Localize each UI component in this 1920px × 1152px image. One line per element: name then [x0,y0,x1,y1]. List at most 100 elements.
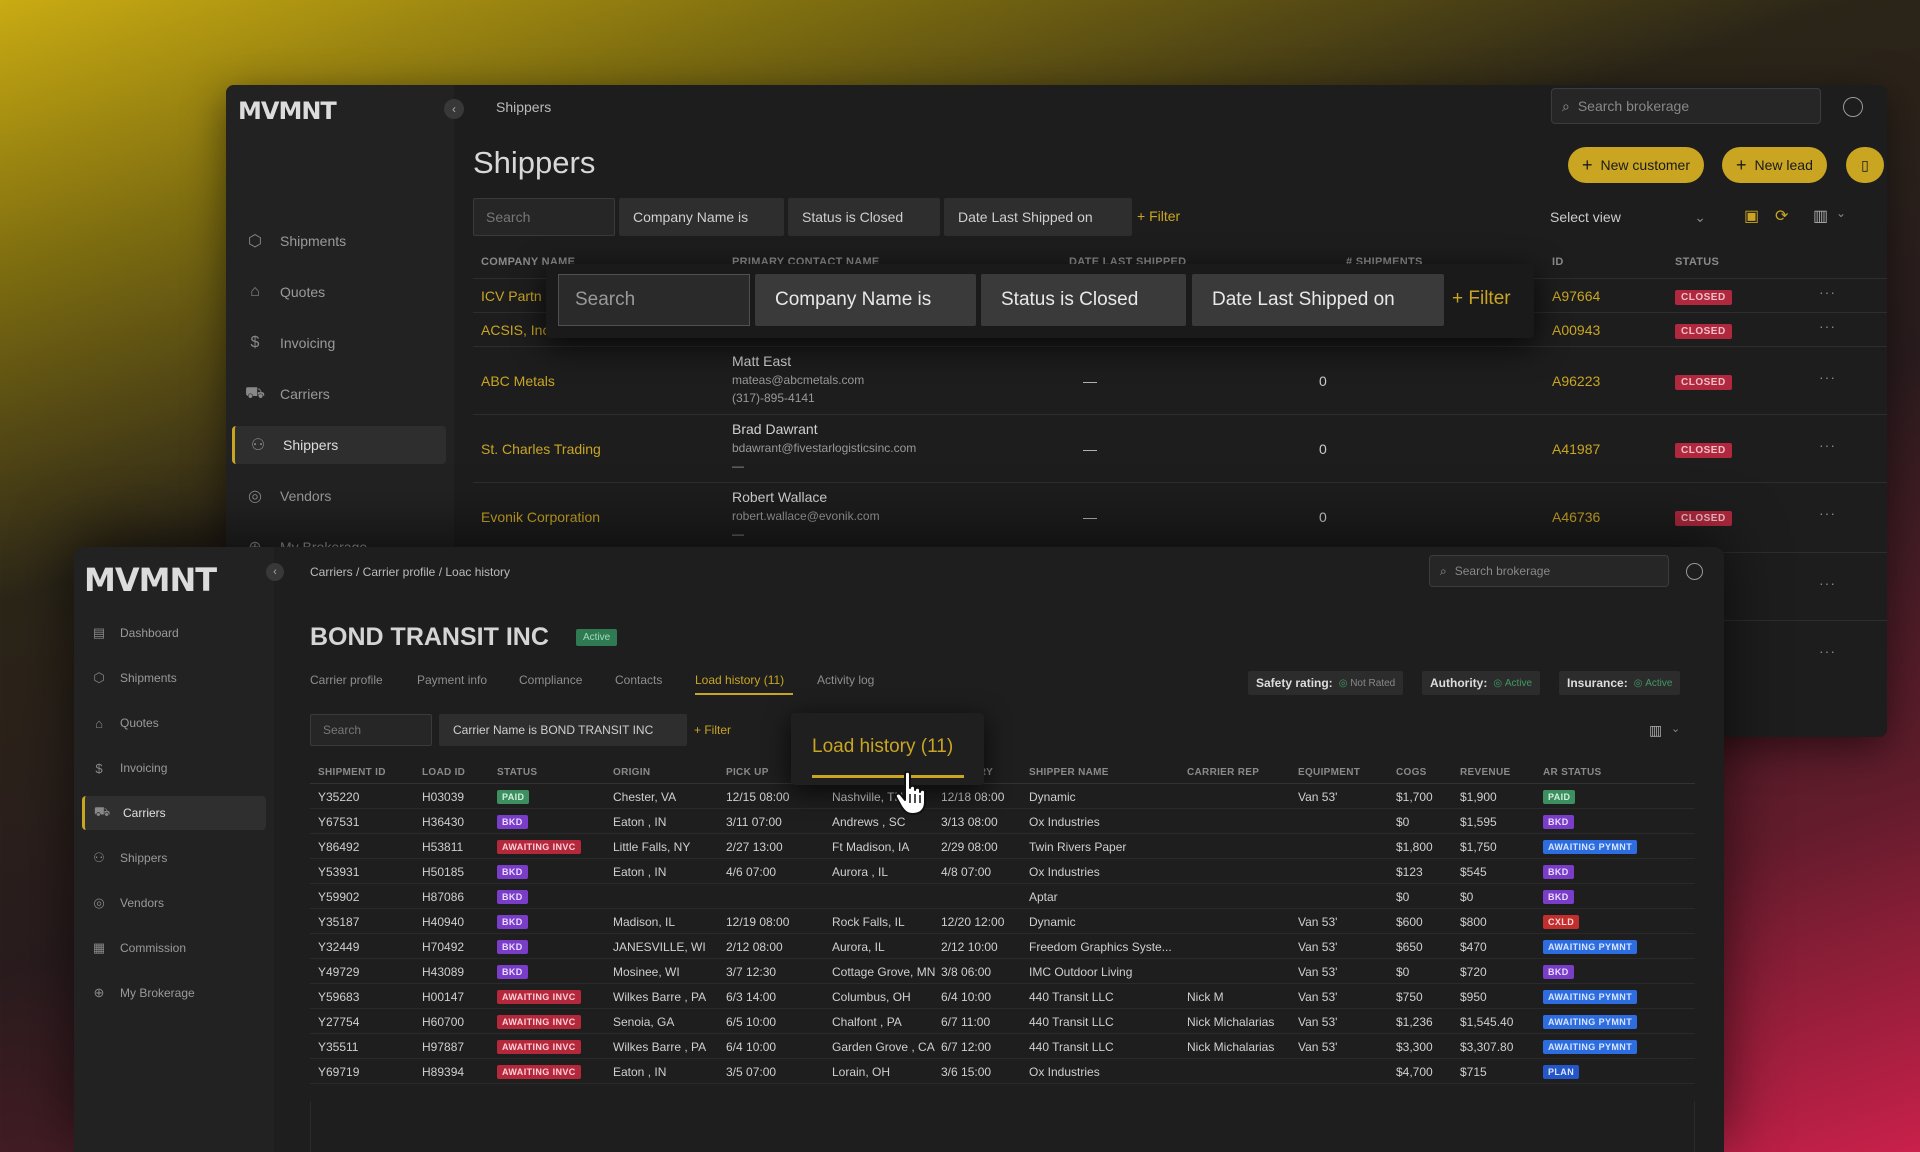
global-search-input[interactable]: ⌕ Search brokerage [1551,88,1821,124]
shipment-id[interactable]: Y59683 [318,990,359,1004]
col-status[interactable]: STATUS [497,767,537,778]
table-row[interactable]: Y59902 H87086 BKD Aptar $0 $0 BKD [310,884,1695,909]
company-name[interactable]: ACSIS, Inc [481,322,549,338]
user-avatar-icon[interactable] [1843,97,1863,117]
col-id[interactable]: ID [1552,256,1564,268]
sidebar-item-vendors[interactable]: ◎ Vendors [232,477,446,515]
table-row[interactable]: Y59683 H00147 AWAITING INVC Wilkes Barre , … [310,984,1695,1009]
shipment-id[interactable]: Y35511 [318,1040,358,1054]
shipment-id[interactable]: Y49729 [318,965,359,979]
shipper-id[interactable]: A41987 [1552,441,1600,457]
shipper-id[interactable]: A96223 [1552,373,1600,389]
col-pick-up[interactable]: PICK UP [726,767,769,778]
col-cogs[interactable]: COGS [1396,767,1427,778]
zoom-filter-chip-company[interactable]: Company Name is [755,274,976,326]
col-revenue[interactable]: REVENUE [1460,767,1510,778]
add-filter-link[interactable]: + Filter [1137,208,1180,224]
sidebar-item-vendors[interactable]: ◎ Vendors [82,886,266,920]
filter-chip-carrier[interactable]: Carrier Name is BOND TRANSIT INC [439,714,687,746]
table-row[interactable]: Evonik Corporation Robert Wallace robert.w… [473,482,1887,550]
col-ar-status[interactable]: AR STATUS [1543,767,1601,778]
shipment-id[interactable]: Y32449 [318,940,359,954]
shipment-id[interactable]: Y67531 [318,815,359,829]
load-id[interactable]: H87086 [422,890,464,904]
col-equipment[interactable]: EQUIPMENT [1298,767,1360,778]
more-icon[interactable]: ··· [1819,643,1836,659]
refresh-icon[interactable]: ⟳ [1775,206,1788,226]
shipper-id[interactable]: A97664 [1552,288,1600,304]
shipment-id[interactable]: Y86492 [318,840,359,854]
sidebar-item-quotes[interactable]: ⌂ Quotes [232,273,446,311]
table-row[interactable]: Y35220 H03039 PAID Chester, VA 12/15 08:00 Na… [310,784,1695,809]
sidebar-item-shippers[interactable]: ⚇ Shippers [82,841,266,875]
filter-chip-date[interactable]: Date Last Shipped on [944,198,1132,236]
col-shipment-id[interactable]: SHIPMENT ID [318,767,386,778]
columns-icon[interactable]: ▥ [1813,206,1828,226]
col-carrier-rep[interactable]: CARRIER REP [1187,767,1259,778]
columns-icon[interactable]: ▥ [1649,722,1662,739]
select-view-dropdown[interactable]: Select view ⌄ [1538,198,1718,236]
user-avatar-icon[interactable] [1686,563,1703,580]
tab-carrier-profile[interactable]: Carrier profile [310,673,383,687]
filter-search-input[interactable]: Search [310,714,432,746]
filter-chip-status[interactable]: Status is Closed [788,198,940,236]
load-id[interactable]: H97887 [422,1040,464,1054]
table-row[interactable]: Y49729 H43089 BKD Mosinee, WI 3/7 12:30 Cotta… [310,959,1695,984]
table-row[interactable]: Y69719 H89394 AWAITING INVC Eaton , IN 3/5 0… [310,1059,1695,1084]
table-row[interactable]: Y86492 H53811 AWAITING INVC Little Falls, N… [310,834,1695,859]
sidebar-item-carriers[interactable]: ⛟ Carriers [82,796,266,830]
zoom-filter-chip-status[interactable]: Status is Closed [981,274,1186,326]
export-file-button[interactable]: ▯ [1846,147,1884,183]
tab-payment-info[interactable]: Payment info [417,673,487,687]
company-name[interactable]: Evonik Corporation [481,509,600,525]
col-status[interactable]: STATUS [1675,256,1719,268]
more-icon[interactable]: ··· [1819,284,1836,300]
load-id[interactable]: H89394 [422,1065,464,1079]
shipment-id[interactable]: Y69719 [318,1065,359,1079]
zoom-add-filter-link[interactable]: + Filter [1452,288,1511,310]
tab-contacts[interactable]: Contacts [615,673,662,687]
more-icon[interactable]: ··· [1819,318,1836,334]
new-customer-button[interactable]: + New customer [1568,147,1704,183]
tab-load-history-zoom[interactable]: Load history (11) [812,736,953,758]
save-view-icon[interactable]: ▣ [1744,206,1759,226]
add-filter-link[interactable]: + Filter [694,723,731,737]
sidebar-item-shipments[interactable]: ⬡ Shipments [232,222,446,260]
company-name[interactable]: St. Charles Trading [481,441,601,457]
more-icon[interactable]: ··· [1819,505,1836,521]
collapse-sidebar-icon[interactable]: ‹ [444,99,464,119]
load-id[interactable]: H50185 [422,865,464,879]
chevron-down-icon[interactable]: ⌄ [1671,722,1680,735]
sidebar-item-commission[interactable]: ▦ Commission [82,931,266,965]
table-row[interactable]: Y32449 H70492 BKD JANESVILLE, WI 2/12 08:00 A… [310,934,1695,959]
filter-chip-company[interactable]: Company Name is [619,198,784,236]
load-id[interactable]: H60700 [422,1015,464,1029]
filter-search-input[interactable]: Search [473,198,615,236]
shipment-id[interactable]: Y35220 [318,790,359,804]
global-search-input[interactable]: ⌕ Search brokerage [1429,555,1669,587]
shipment-id[interactable]: Y53931 [318,865,359,879]
col-load-id[interactable]: LOAD ID [422,767,465,778]
load-id[interactable]: H70492 [422,940,464,954]
zoom-filter-chip-date[interactable]: Date Last Shipped on [1192,274,1444,326]
load-id[interactable]: H43089 [422,965,464,979]
table-row[interactable]: ABC Metals Matt East mateas@abcmetals.com (… [473,346,1887,414]
tab-load-history[interactable]: Load history (11) [695,673,784,687]
sidebar-item-quotes[interactable]: ⌂ Quotes [82,706,266,740]
tab-activity-log[interactable]: Activity log [817,673,874,687]
sidebar-item-shipments[interactable]: ⬡ Shipments [82,661,266,695]
zoom-search-input[interactable]: Search [558,274,750,326]
table-row[interactable]: Y35187 H40940 BKD Madison, IL 12/19 08:00 Roc… [310,909,1695,934]
table-row[interactable]: Y67531 H36430 BKD Eaton , IN 3/11 07:00 Andre… [310,809,1695,834]
col-origin[interactable]: ORIGIN [613,767,650,778]
shipper-id[interactable]: A00943 [1552,322,1600,338]
company-name[interactable]: ABC Metals [481,373,555,389]
col-shipper-name[interactable]: SHIPPER NAME [1029,767,1109,778]
sidebar-item-shippers[interactable]: ⚇ Shippers [232,426,446,464]
load-id[interactable]: H00147 [422,990,464,1004]
more-icon[interactable]: ··· [1819,437,1836,453]
chevron-down-icon[interactable]: ⌄ [1836,206,1846,220]
sidebar-item-invoicing[interactable]: $ Invoicing [232,324,446,362]
shipment-id[interactable]: Y35187 [318,915,359,929]
sidebar-item-my-brokerage[interactable]: ⊕My Brokerage [82,976,266,1010]
